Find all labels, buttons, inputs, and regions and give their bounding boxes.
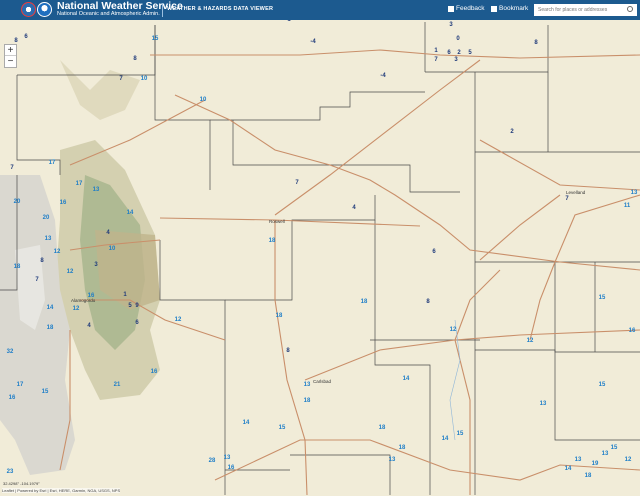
station-temperature-label[interactable]: 13	[631, 190, 638, 196]
station-temperature-label[interactable]: 14	[47, 305, 54, 311]
noaa-logo[interactable]	[37, 2, 52, 17]
station-temperature-label[interactable]: 20	[43, 215, 50, 221]
station-temperature-label[interactable]: 18	[269, 238, 276, 244]
station-temperature-label[interactable]: 13	[602, 451, 609, 457]
feedback-icon	[448, 5, 454, 12]
station-temperature-label[interactable]: 18	[304, 398, 311, 404]
station-temperature-label[interactable]: -4	[380, 73, 386, 79]
place-label-levelland: Levelland	[566, 190, 586, 195]
station-temperature-label[interactable]: 11	[624, 203, 631, 209]
station-temperature-label[interactable]: 12	[450, 327, 457, 333]
station-temperature-label[interactable]: 12	[54, 249, 61, 255]
station-temperature-label[interactable]: 14	[442, 436, 449, 442]
station-temperature-label[interactable]: -4	[310, 39, 316, 45]
station-temperature-label[interactable]: 13	[93, 187, 100, 193]
station-temperature-label[interactable]: 10	[141, 76, 148, 82]
station-temperature-label[interactable]: 15	[279, 425, 286, 431]
app-header: National Weather Service National Oceani…	[0, 0, 640, 20]
map-canvas[interactable]: Roswell Levelland Carlsbad Alamogordo 86…	[0, 20, 640, 496]
feedback-button[interactable]: Feedback	[448, 5, 485, 12]
station-temperature-label[interactable]: 15	[152, 36, 159, 42]
station-temperature-label[interactable]: 10	[200, 97, 207, 103]
station-temperature-label[interactable]: 15	[599, 382, 606, 388]
station-temperature-label[interactable]: 18	[585, 473, 592, 479]
station-temperature-label[interactable]: 16	[88, 293, 95, 299]
station-temperature-label[interactable]: 16	[60, 200, 67, 206]
station-temperature-label[interactable]: 18	[14, 264, 21, 270]
station-temperature-label[interactable]: 14	[565, 466, 572, 472]
bookmark-label: Bookmark	[499, 5, 529, 12]
map-attribution: Leaflet | Powered by Esri | Esri, HERE, …	[2, 488, 121, 493]
nws-logo[interactable]	[21, 2, 36, 17]
header-divider	[162, 3, 163, 17]
station-temperature-label[interactable]: 23	[7, 469, 14, 475]
station-temperature-label[interactable]: 28	[209, 458, 216, 464]
search-input[interactable]	[534, 4, 637, 16]
station-temperature-label[interactable]: 18	[361, 299, 368, 305]
zoom-in-button[interactable]: +	[5, 45, 16, 56]
coordinate-readout: 32.4298° -104.1979°	[3, 481, 40, 486]
station-temperature-label[interactable]: 12	[73, 306, 80, 312]
station-temperature-label[interactable]: 16	[228, 465, 235, 471]
station-temperature-label[interactable]: 12	[625, 457, 632, 463]
station-temperature-label[interactable]: 18	[276, 313, 283, 319]
station-temperature-label[interactable]: 17	[17, 382, 24, 388]
station-temperature-label[interactable]: 16	[9, 395, 16, 401]
station-temperature-label[interactable]: 13	[224, 455, 231, 461]
station-temperature-label[interactable]: 15	[599, 295, 606, 301]
zoom-out-button[interactable]: −	[5, 56, 16, 67]
station-temperature-label[interactable]: 18	[379, 425, 386, 431]
station-temperature-label[interactable]: 15	[611, 445, 618, 451]
station-temperature-label[interactable]: -1	[285, 20, 291, 23]
station-temperature-label[interactable]: 13	[304, 382, 311, 388]
station-temperature-label[interactable]: 12	[527, 338, 534, 344]
search-icon[interactable]	[627, 6, 633, 12]
station-temperature-label[interactable]: 14	[403, 376, 410, 382]
bookmark-button[interactable]: Bookmark	[491, 5, 528, 12]
station-temperature-label[interactable]: 12	[175, 317, 182, 323]
station-temperature-label[interactable]: 18	[47, 325, 54, 331]
station-temperature-label[interactable]: 18	[399, 445, 406, 451]
station-temperature-label[interactable]: 19	[592, 461, 599, 467]
station-temperature-label[interactable]: 16	[151, 369, 158, 375]
zoom-control: + −	[4, 44, 17, 68]
station-temperature-label[interactable]: 14	[243, 420, 250, 426]
station-temperature-label[interactable]: 15	[457, 431, 464, 437]
station-temperature-label[interactable]: 16	[629, 328, 636, 334]
station-temperature-label[interactable]: 13	[389, 457, 396, 463]
bookmark-icon	[491, 5, 497, 12]
place-label-roswell: Roswell	[269, 219, 285, 224]
station-temperature-label[interactable]: 21	[114, 382, 121, 388]
station-temperature-label[interactable]: 12	[67, 269, 74, 275]
station-temperature-label[interactable]: 13	[45, 236, 52, 242]
station-temperature-label[interactable]: 17	[76, 181, 83, 187]
station-temperature-label[interactable]: 20	[14, 199, 21, 205]
station-temperature-label[interactable]: 10	[109, 246, 116, 252]
viewer-title: WEATHER & HAZARDS DATA VIEWER	[167, 6, 274, 12]
station-temperature-label[interactable]: 15	[42, 389, 49, 395]
station-temperature-label[interactable]: 13	[575, 457, 582, 463]
station-temperature-label[interactable]: 17	[49, 160, 56, 166]
station-temperature-label[interactable]: 14	[127, 210, 134, 216]
place-label-carlsbad: Carlsbad	[313, 379, 332, 384]
app-subtitle: National Oceanic and Atmospheric Admin.	[57, 11, 160, 17]
station-temperature-label[interactable]: 13	[540, 401, 547, 407]
feedback-label: Feedback	[456, 5, 485, 12]
station-temperature-label[interactable]: 32	[7, 349, 14, 355]
